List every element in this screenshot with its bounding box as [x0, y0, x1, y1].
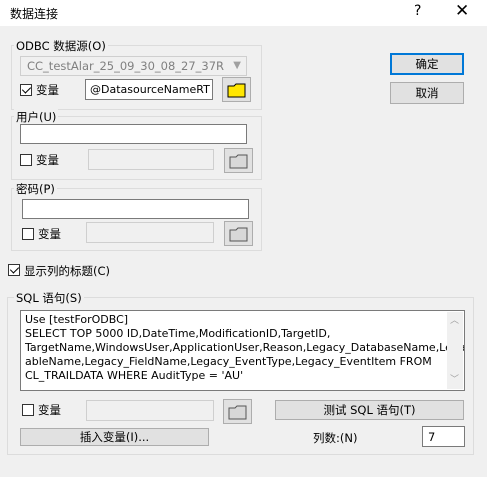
odbc-variable-checkbox[interactable]: [20, 84, 32, 96]
user-variable-input: [88, 149, 214, 170]
help-button[interactable]: ?: [414, 3, 421, 19]
user-variable-checkbox[interactable]: [20, 154, 32, 166]
odbc-browse-button[interactable]: [222, 77, 251, 102]
password-input[interactable]: [22, 199, 249, 219]
user-browse-button[interactable]: [224, 148, 253, 173]
cancel-button[interactable]: 取消: [390, 82, 464, 104]
password-variable-checkbox[interactable]: [22, 228, 34, 240]
folder-icon: [229, 154, 248, 169]
scroll-down-icon[interactable]: ﹀: [450, 373, 459, 387]
sql-line: TargetName,WindowsUser,ApplicationUser,R…: [25, 341, 465, 354]
sql-line: CL_TRAILDATA WHERE AuditType = 'AU': [25, 369, 244, 382]
odbc-variable-input[interactable]: @DatasourceNameRT: [85, 79, 213, 100]
sql-group-label: SQL 语句(S): [14, 290, 84, 306]
insert-variable-button[interactable]: 插入变量(I)...: [20, 428, 209, 446]
odbc-group-label: ODBC 数据源(O): [14, 38, 108, 54]
sql-browse-button[interactable]: [223, 399, 252, 424]
sql-line: ableName,Legacy_FieldName,Legacy_EventTy…: [25, 355, 432, 368]
sql-line: Use [testForODBC]: [25, 313, 129, 326]
chevron-down-icon: ▼: [233, 60, 241, 71]
window-title: 数据连接: [10, 7, 59, 21]
scroll-up-icon[interactable]: ︿: [450, 314, 459, 328]
show-column-titles-label: 显示列的标题(C): [24, 264, 111, 278]
folder-icon: [227, 83, 246, 98]
odbc-datasource-select[interactable]: CC_testAlar_25_09_30_08_27_37R ▼: [20, 56, 247, 76]
sql-textarea[interactable]: Use [testForODBC] SELECT TOP 5000 ID,Dat…: [20, 310, 465, 391]
password-browse-button[interactable]: [224, 221, 253, 246]
ok-button[interactable]: 确定: [390, 53, 464, 75]
sql-variable-input: [86, 400, 214, 421]
columns-input[interactable]: 7: [422, 426, 465, 447]
user-input[interactable]: [20, 124, 247, 144]
user-variable-label: 变量: [36, 153, 59, 167]
sql-line: SELECT TOP 5000 ID,DateTime,Modification…: [25, 327, 331, 340]
odbc-variable-label: 变量: [36, 83, 59, 97]
sql-variable-checkbox[interactable]: [22, 404, 34, 416]
password-variable-input: [86, 222, 214, 243]
sql-scrollbar[interactable]: ︿ ﹀: [447, 312, 463, 389]
password-group-label: 密码(P): [14, 181, 57, 197]
show-column-titles-checkbox[interactable]: [8, 264, 20, 276]
columns-label: 列数:(N): [313, 431, 358, 445]
odbc-datasource-value: CC_testAlar_25_09_30_08_27_37R: [27, 59, 225, 73]
close-button[interactable]: ✕: [455, 1, 469, 21]
test-sql-button[interactable]: 测试 SQL 语句(T): [275, 400, 464, 420]
folder-icon: [229, 227, 248, 242]
user-group-label: 用户(U): [14, 109, 59, 125]
password-variable-label: 变量: [38, 227, 61, 241]
sql-variable-label: 变量: [38, 403, 61, 417]
folder-icon: [228, 405, 247, 420]
